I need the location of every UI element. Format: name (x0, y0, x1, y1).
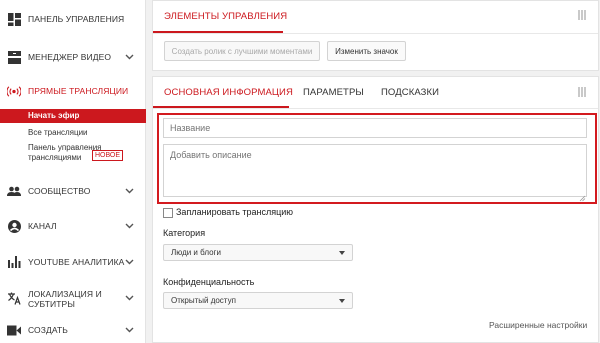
sidebar-item-analytics[interactable]: YOUTUBE АНАЛИТИКА (0, 247, 146, 277)
sidebar-item-label: ПРЯМЫЕ ТРАНСЛЯЦИИ (28, 86, 129, 96)
chevron-down-icon (124, 293, 134, 303)
tab-controls[interactable]: ЭЛЕМЕНТЫ УПРАВЛЕНИЯ (164, 11, 287, 22)
description-textarea[interactable] (163, 144, 587, 197)
sidebar-item-label: YOUTUBE АНАЛИТИКА (28, 257, 125, 267)
divider (153, 33, 598, 34)
sidebar-subitem-stream-dashboard[interactable]: Панель управления трансляциями (0, 143, 146, 165)
chevron-down-icon (124, 186, 134, 196)
video-manager-icon (7, 50, 21, 64)
live-broadcast-icon (7, 84, 21, 98)
sidebar-item-live[interactable]: ПРЯМЫЕ ТРАНСЛЯЦИИ (0, 76, 146, 106)
tab-basic-info[interactable]: ОСНОВНАЯ ИНФОРМАЦИЯ (164, 87, 293, 98)
schedule-label: Запланировать трансляцию (176, 207, 294, 217)
dashboard-icon (7, 12, 21, 26)
sidebar: ПАНЕЛЬ УПРАВЛЕНИЯ МЕНЕДЖЕР ВИДЕО ПРЯМЫЕ … (0, 0, 146, 343)
channel-icon (7, 219, 21, 233)
create-video-icon (7, 323, 21, 337)
privacy-select[interactable]: Открытый доступ (163, 292, 353, 309)
drag-handle-icon[interactable] (578, 10, 587, 20)
sidebar-item-community[interactable]: СООБЩЕСТВО (0, 176, 146, 206)
chevron-down-icon (124, 52, 134, 62)
sidebar-item-video-manager[interactable]: МЕНЕДЖЕР ВИДЕО (0, 42, 146, 72)
sidebar-item-label: СООБЩЕСТВО (28, 186, 91, 196)
tab-parameters[interactable]: ПАРАМЕТРЫ (303, 87, 364, 98)
new-badge: НОВОЕ (92, 150, 124, 161)
change-thumbnail-button[interactable]: Изменить значок (327, 41, 406, 61)
sidebar-item-label: ПАНЕЛЬ УПРАВЛЕНИЯ (28, 14, 125, 24)
analytics-icon (7, 255, 21, 269)
caret-down-icon (339, 299, 345, 303)
sidebar-item-label: МЕНЕДЖЕР ВИДЕО (28, 52, 112, 62)
category-label: Категория (163, 228, 206, 238)
resize-grip-icon[interactable] (579, 189, 586, 207)
privacy-value: Открытый доступ (171, 296, 236, 305)
tab-hints[interactable]: ПОДСКАЗКИ (381, 87, 439, 98)
sidebar-item-label: ЛОКАЛИЗАЦИЯ И (28, 289, 102, 299)
category-value: Люди и блоги (171, 248, 221, 257)
community-icon (7, 184, 21, 198)
schedule-checkbox[interactable] (163, 208, 173, 218)
chevron-down-icon (124, 257, 134, 267)
controls-card: ЭЛЕМЕНТЫ УПРАВЛЕНИЯ Создать ролик с лучш… (152, 0, 599, 71)
sidebar-item-label: СОЗДАТЬ (28, 325, 68, 335)
chevron-down-icon (124, 221, 134, 231)
title-input[interactable] (163, 118, 587, 138)
sidebar-item-channel[interactable]: КАНАЛ (0, 211, 146, 241)
drag-handle-icon[interactable] (578, 87, 587, 97)
category-select[interactable]: Люди и блоги (163, 244, 353, 261)
sidebar-item-dashboard[interactable]: ПАНЕЛЬ УПРАВЛЕНИЯ (0, 4, 146, 34)
sidebar-item-create[interactable]: СОЗДАТЬ (0, 315, 146, 343)
chevron-down-icon (124, 325, 134, 335)
sidebar-item-label: КАНАЛ (28, 221, 57, 231)
sidebar-item-translations[interactable]: ЛОКАЛИЗАЦИЯ И СУБТИТРЫ (0, 283, 146, 313)
divider (153, 108, 598, 109)
translate-icon (7, 291, 21, 305)
advanced-settings-link[interactable]: Расширенные настройки (489, 320, 587, 330)
caret-down-icon (339, 251, 345, 255)
sidebar-item-label: СУБТИТРЫ (28, 299, 75, 309)
create-highlight-clip-button[interactable]: Создать ролик с лучшими моментами (164, 41, 320, 61)
privacy-label: Конфиденциальность (163, 277, 255, 287)
sidebar-subitem-start-stream[interactable]: Начать эфир (0, 109, 146, 123)
